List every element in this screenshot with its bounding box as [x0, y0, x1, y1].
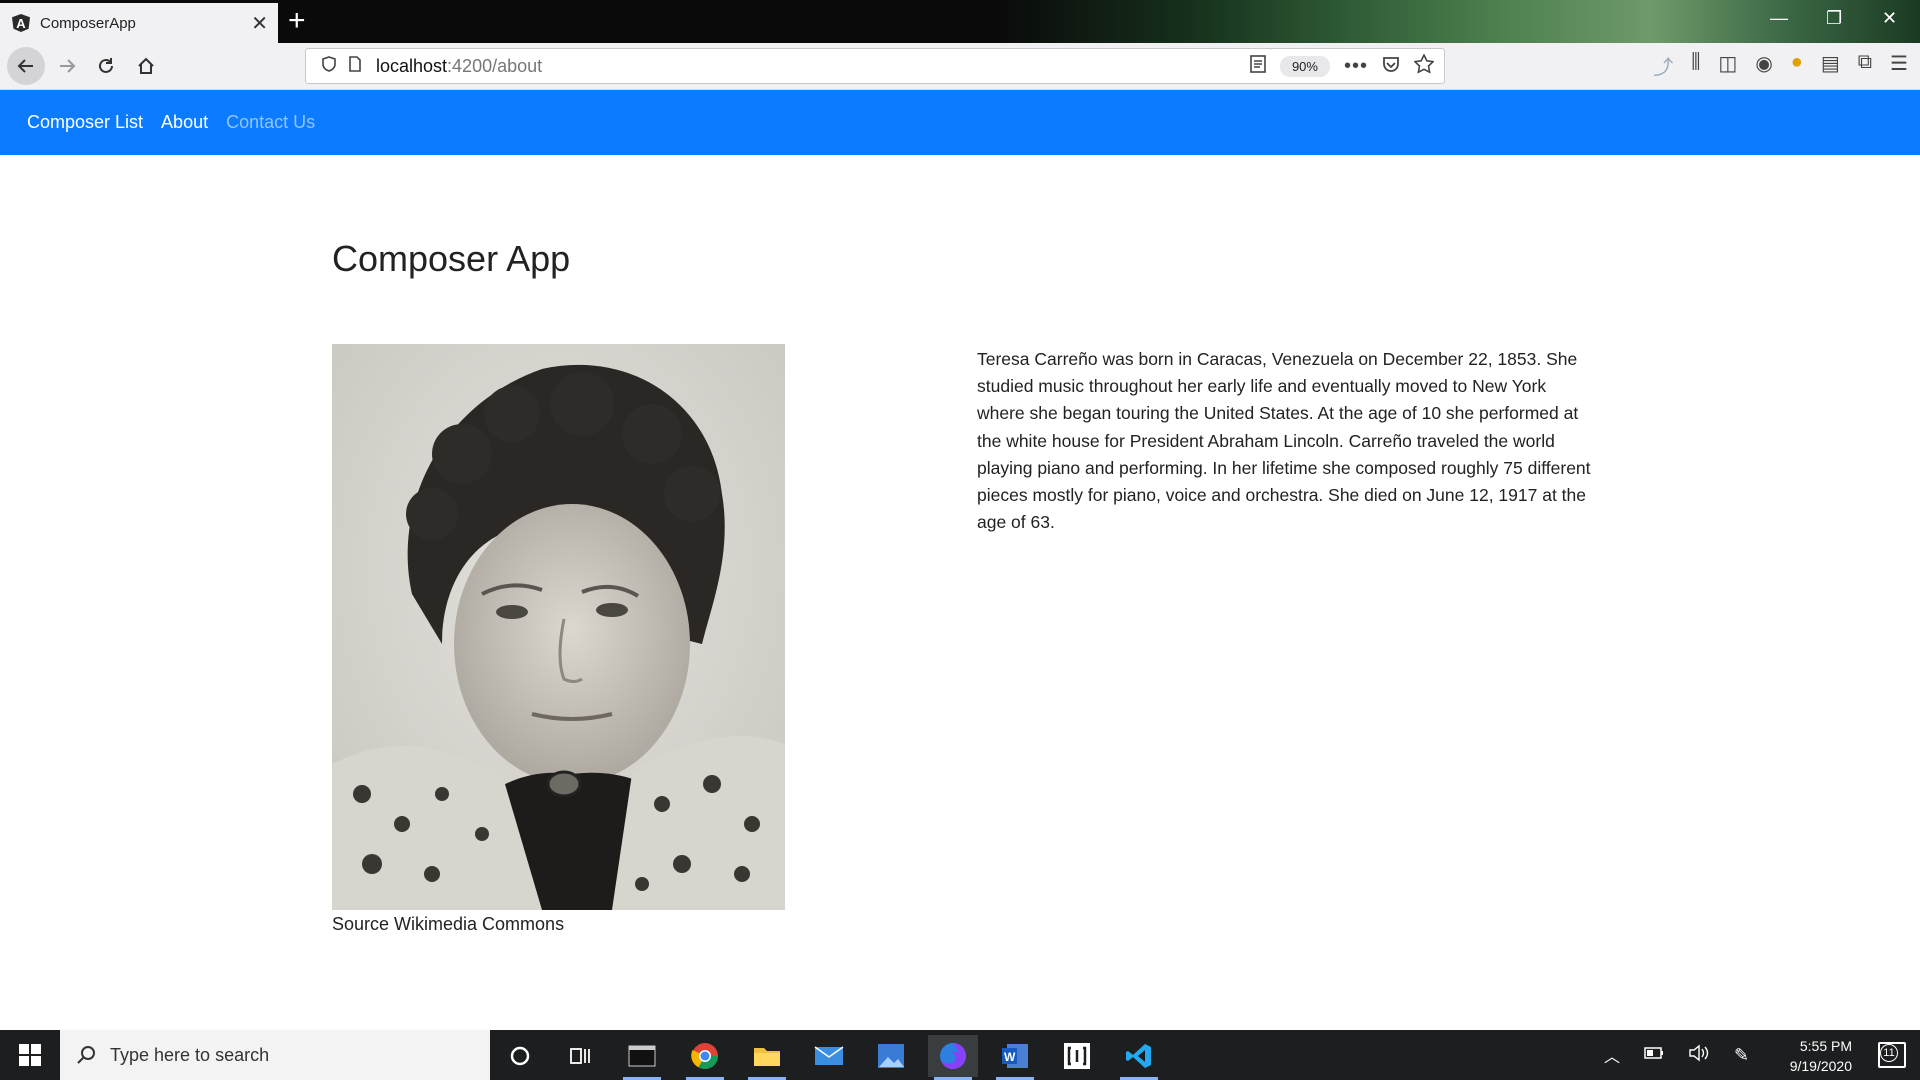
task-view-button[interactable]: [555, 1035, 605, 1077]
folder-icon: [754, 1048, 780, 1066]
restore-button[interactable]: ❐: [1826, 8, 1842, 29]
chrome-icon: [691, 1043, 719, 1070]
composer-portrait-image: [332, 344, 785, 910]
windows-taskbar: Type here to search W ︿ ✎ 5:55 PM 9/19/2…: [0, 1030, 1920, 1080]
photos-icon: [878, 1044, 904, 1068]
menu-icon[interactable]: ☰: [1890, 51, 1908, 80]
forward-arrow-icon: [60, 59, 76, 73]
close-tab-icon[interactable]: ✕: [251, 11, 268, 36]
reload-icon: [99, 58, 113, 73]
search-icon: [77, 1046, 95, 1064]
action-center-button[interactable]: 11: [1878, 1042, 1906, 1068]
addon-icon[interactable]: ●: [1791, 51, 1803, 80]
containers-icon[interactable]: ▤: [1821, 51, 1840, 80]
tab-title: ComposerApp: [40, 14, 136, 32]
firefox-icon: [940, 1043, 966, 1069]
browser-tab-strip: A ComposerApp ✕ + — ❐ ✕: [0, 0, 1920, 43]
screenshot-icon[interactable]: ⧉: [1858, 51, 1872, 80]
back-button[interactable]: [7, 47, 45, 85]
nav-link-about[interactable]: About: [161, 112, 208, 133]
composer-bio: Teresa Carreño was born in Caracas, Vene…: [977, 349, 1591, 533]
battery-icon[interactable]: [1644, 1046, 1664, 1064]
toolbar-icons: ⤴ ⫼ ◫ ◉ ● ▤ ⧉ ☰: [1653, 51, 1908, 80]
volume-icon[interactable]: [1688, 1044, 1710, 1067]
app-navbar: Composer List About Contact Us: [0, 90, 1920, 155]
image-caption: Source Wikimedia Commons: [332, 914, 565, 934]
reader-view-icon[interactable]: [1250, 54, 1266, 78]
pen-icon[interactable]: ✎: [1734, 1045, 1749, 1066]
taskbar-search[interactable]: Type here to search: [60, 1030, 490, 1080]
nav-link-composer-list[interactable]: Composer List: [27, 112, 143, 133]
task-view-icon: [570, 1048, 590, 1064]
svg-text:W: W: [1004, 1050, 1016, 1064]
reload-button[interactable]: [89, 49, 123, 83]
home-button[interactable]: [129, 49, 163, 83]
show-hidden-icons-icon[interactable]: ︿: [1604, 1043, 1620, 1067]
clock-date: 9/19/2020: [1789, 1058, 1852, 1074]
library-icon[interactable]: ⫼: [1691, 51, 1700, 80]
taskbar-clock[interactable]: 5:55 PM 9/19/2020: [1790, 1036, 1852, 1076]
page-title: Composer App: [332, 238, 571, 279]
cortana-button[interactable]: [495, 1035, 545, 1077]
word-icon: W: [1002, 1044, 1028, 1068]
taskbar-vscode[interactable]: [1114, 1035, 1164, 1080]
clock-time: 5:55 PM: [1799, 1038, 1852, 1054]
nav-link-contact-us[interactable]: Contact Us: [226, 112, 315, 133]
shield-icon[interactable]: [318, 55, 340, 77]
browser-tab[interactable]: A ComposerApp ✕: [0, 3, 278, 43]
taskbar-bracket-app[interactable]: [1052, 1035, 1102, 1077]
vscode-icon: [1126, 1044, 1151, 1068]
taskbar-word[interactable]: W: [990, 1035, 1040, 1080]
sidebar-icon[interactable]: ◫: [1718, 51, 1737, 80]
account-icon[interactable]: ◉: [1755, 51, 1772, 80]
taskbar-photos[interactable]: [866, 1035, 916, 1077]
windows-logo-icon: [19, 1044, 41, 1066]
bookmark-star-icon[interactable]: [1413, 52, 1435, 79]
angular-favicon-icon: A: [12, 14, 30, 32]
new-tab-button[interactable]: +: [288, 4, 306, 38]
forward-button[interactable]: [50, 49, 84, 83]
close-window-button[interactable]: ✕: [1882, 8, 1897, 29]
extension-icon[interactable]: ⤴: [1653, 51, 1673, 80]
taskbar-firefox[interactable]: [928, 1035, 978, 1080]
zoom-level[interactable]: 90%: [1279, 55, 1330, 77]
browser-toolbar: localhost:4200/about 90% ••• ⤴ ⫼ ◫ ◉ ● ▤…: [0, 43, 1920, 90]
search-placeholder: Type here to search: [110, 1044, 270, 1065]
taskbar-terminal[interactable]: [617, 1035, 667, 1080]
minimize-button[interactable]: —: [1770, 8, 1788, 29]
back-arrow-icon: [17, 59, 33, 73]
terminal-icon: [628, 1045, 656, 1067]
start-button[interactable]: [0, 1030, 60, 1080]
taskbar-chrome[interactable]: [680, 1035, 730, 1080]
cortana-icon: [510, 1046, 530, 1066]
mail-icon: [814, 1046, 844, 1065]
url-text: localhost:4200/about: [376, 56, 542, 77]
more-actions-icon[interactable]: •••: [1344, 55, 1368, 78]
pocket-icon[interactable]: [1382, 55, 1400, 78]
taskbar-file-explorer[interactable]: [742, 1035, 792, 1080]
system-tray: ︿ ✎: [1604, 1030, 1749, 1080]
url-host: localhost: [376, 55, 448, 76]
url-path: :4200/about: [447, 55, 543, 76]
taskbar-mail[interactable]: [804, 1035, 854, 1077]
notification-count: 11: [1880, 1044, 1898, 1062]
home-icon: [138, 57, 154, 74]
address-bar-actions: 90% •••: [1250, 49, 1435, 83]
bracket-app-icon: [1064, 1043, 1090, 1069]
page-info-icon[interactable]: [344, 55, 366, 77]
address-bar[interactable]: localhost:4200/about 90% •••: [305, 48, 1445, 84]
